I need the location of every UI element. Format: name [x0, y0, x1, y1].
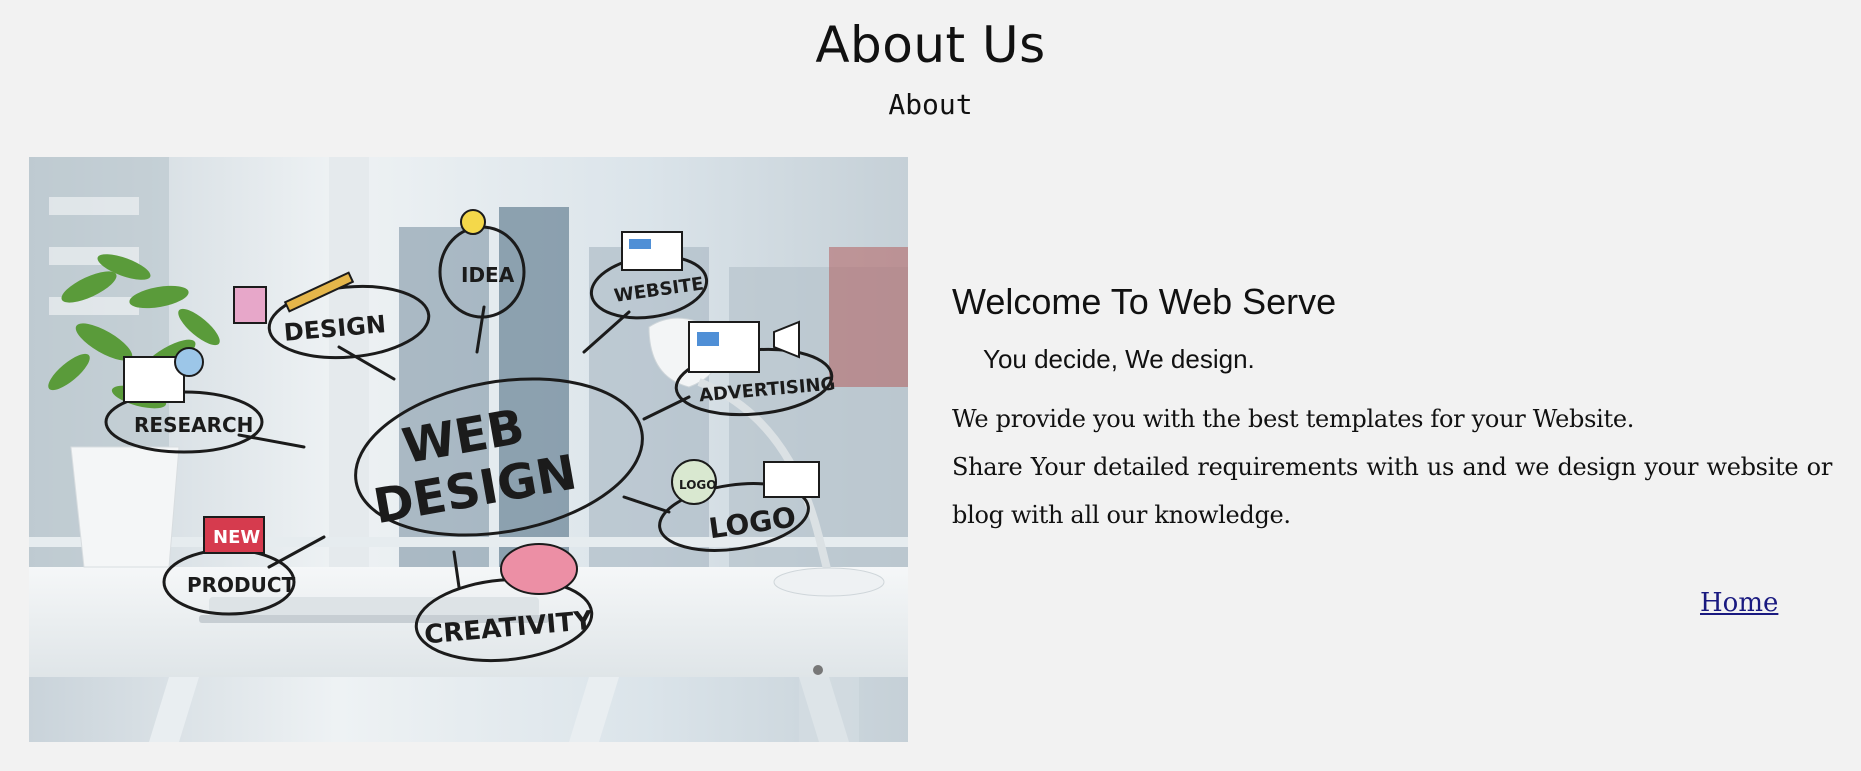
research-label: RESEARCH	[134, 413, 253, 437]
welcome-title: Welcome To Web Serve	[952, 281, 1337, 322]
web-design-illustration: WEB DESIGN DESIGN IDEA WEBSITE RESEARCH …	[29, 157, 908, 742]
logo-badge-label: LOGO	[679, 478, 716, 492]
about-text-panel: Welcome To Web Serve You decide, We desi…	[952, 281, 1832, 539]
description-paragraph-2: Share Your detailed requirements with us…	[952, 453, 1832, 529]
idea-label: IDEA	[461, 263, 515, 287]
home-link[interactable]: Home	[1700, 588, 1778, 618]
page-title: About Us	[815, 16, 1046, 74]
new-label: NEW	[213, 527, 260, 548]
about-description: We provide you with the best templates f…	[952, 395, 1832, 539]
page-subtitle: About	[888, 88, 973, 121]
hero-image: WEB DESIGN DESIGN IDEA WEBSITE RESEARCH …	[29, 157, 908, 742]
description-paragraph-1: We provide you with the best templates f…	[952, 405, 1635, 433]
tagline: You decide, We design.	[983, 344, 1255, 374]
about-content: WEB DESIGN DESIGN IDEA WEBSITE RESEARCH …	[29, 157, 1839, 742]
product-label: PRODUCT	[187, 573, 296, 597]
